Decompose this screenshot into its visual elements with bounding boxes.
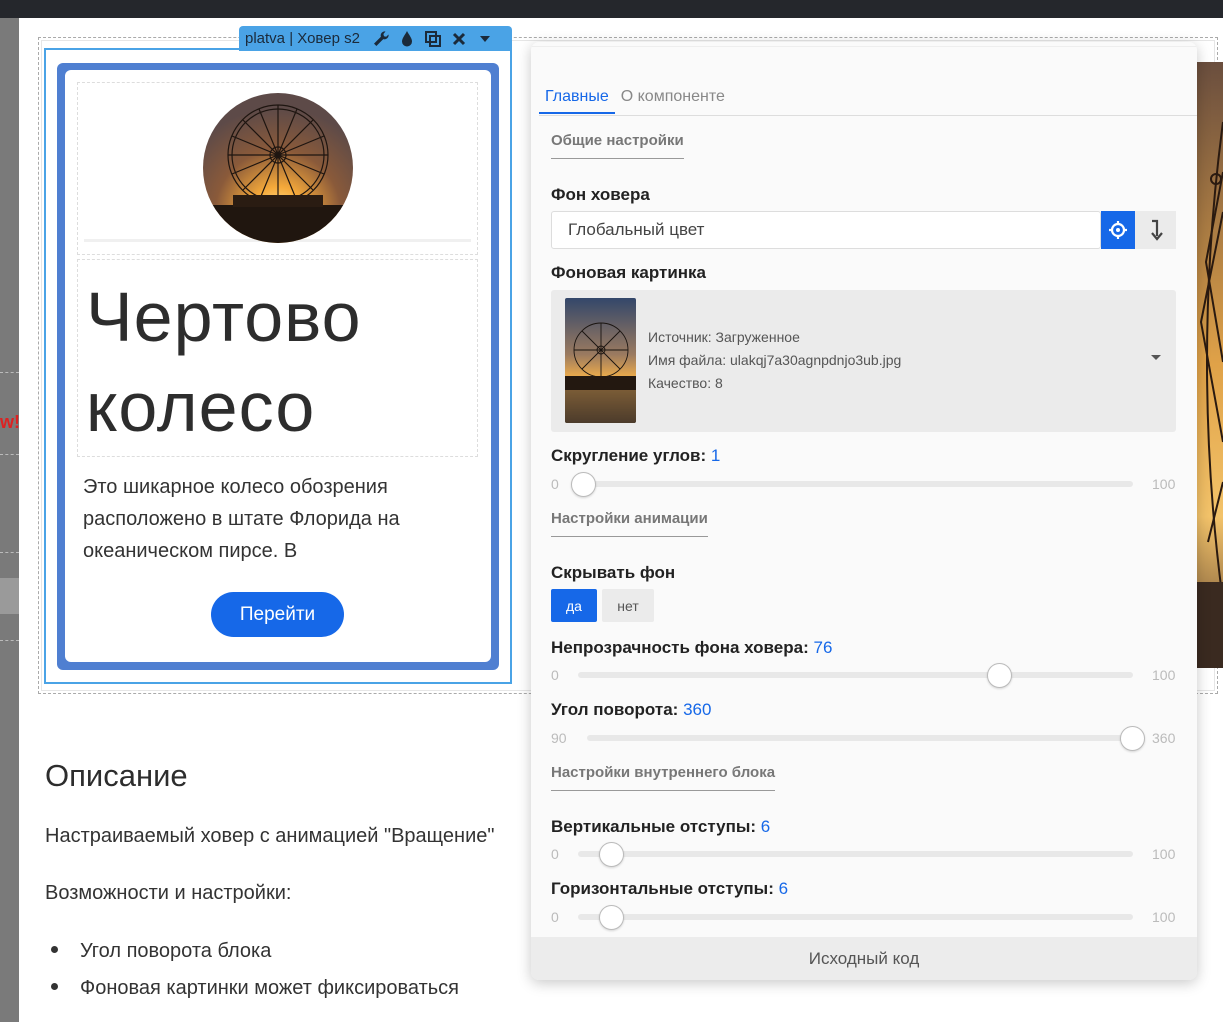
component-toolbar: platva | Ховер s2 xyxy=(239,26,512,51)
section-heading: Описание xyxy=(45,758,188,793)
image-source: Источник: Загруженное xyxy=(648,329,800,345)
panel-tabs: Главные О компоненте xyxy=(539,88,731,114)
top-bar xyxy=(0,0,1223,18)
hide-bg-no[interactable]: нет xyxy=(602,589,654,622)
rotation-angle-label: Угол поворота: 360 xyxy=(551,700,712,719)
bg-image-thumbnail xyxy=(565,298,636,423)
image-filename: Имя файла: ulakqj7a30agnpdnjo3ub.jpg xyxy=(648,352,902,368)
list-item: Фоновая картинки может фиксироваться xyxy=(45,977,459,1000)
vertical-padding-knob[interactable] xyxy=(599,842,624,867)
cut-off-text: w! xyxy=(0,412,20,432)
tab-about[interactable]: О компоненте xyxy=(615,88,731,114)
hover-opacity-slider[interactable] xyxy=(578,672,1133,678)
chevron-down-icon[interactable] xyxy=(472,28,498,50)
source-code-button[interactable]: Исходный код xyxy=(531,937,1197,980)
slider-max: 100 xyxy=(1152,909,1176,925)
rotation-angle-slider[interactable] xyxy=(587,735,1133,741)
bg-image-picker[interactable]: Источник: Загруженное Имя файла: ulakqj7… xyxy=(551,290,1176,432)
card-title: Чертово колесо xyxy=(86,278,362,446)
section-general: Общие настройки xyxy=(551,132,684,159)
hover-opacity-label: Непрозрачность фона ховера: 76 xyxy=(551,638,833,657)
divider xyxy=(0,640,19,641)
slider-max: 100 xyxy=(1152,476,1176,492)
slider-min: 90 xyxy=(551,730,567,746)
slider-min: 0 xyxy=(551,909,559,925)
section-inner-block: Настройки внутреннего блока xyxy=(551,764,776,791)
drop-icon[interactable] xyxy=(394,28,420,50)
divider xyxy=(0,552,19,553)
background-photo-edge xyxy=(1196,62,1223,668)
color-picker-button[interactable] xyxy=(1101,211,1135,249)
hide-bg-label: Скрывать фон xyxy=(551,563,676,582)
ferris-wheel-image xyxy=(203,93,353,243)
tab-main[interactable]: Главные xyxy=(539,88,615,114)
hover-bg-label: Фон ховера xyxy=(551,185,650,204)
divider xyxy=(0,454,19,455)
component-title: platva | Ховер s2 xyxy=(245,30,360,47)
horizontal-padding-knob[interactable] xyxy=(599,905,624,930)
slider-min: 0 xyxy=(551,476,559,492)
crosshair-icon xyxy=(1109,221,1127,239)
section-animation: Настройки анимации xyxy=(551,510,708,537)
caret-down-icon[interactable] xyxy=(1151,355,1161,360)
close-icon[interactable] xyxy=(446,28,472,50)
corner-radius-slider[interactable] xyxy=(578,481,1133,487)
wrench-icon[interactable] xyxy=(368,28,394,50)
features-paragraph: Возможности и настройки: xyxy=(45,882,292,904)
horizontal-padding-label: Горизонтальные отступы: 6 xyxy=(551,879,789,898)
horizontal-padding-slider[interactable] xyxy=(578,914,1133,920)
go-button[interactable]: Перейти xyxy=(211,592,344,637)
slider-max: 100 xyxy=(1152,667,1176,683)
corner-radius-knob[interactable] xyxy=(571,472,596,497)
divider xyxy=(0,372,19,373)
bg-image-label: Фоновая картинка xyxy=(551,263,707,282)
hover-opacity-knob[interactable] xyxy=(987,663,1012,688)
hover-bg-select[interactable]: Глобальный цвет xyxy=(551,211,1101,249)
sidebar-strip xyxy=(0,578,19,614)
list-item: Угол поворота блока xyxy=(45,940,271,963)
slider-max: 100 xyxy=(1152,846,1176,862)
hide-bg-yes[interactable]: да xyxy=(551,589,597,622)
rotation-angle-knob[interactable] xyxy=(1120,726,1145,751)
image-quality: Качество: 8 xyxy=(648,375,723,391)
arrow-down-icon xyxy=(1150,219,1163,241)
settings-panel: Главные О компоненте Общие настройки Фон… xyxy=(531,42,1197,980)
description-paragraph: Настраиваемый ховер с анимацией "Вращени… xyxy=(45,825,495,847)
slider-min: 0 xyxy=(551,846,559,862)
duplicate-icon[interactable] xyxy=(420,28,446,50)
corner-radius-label: Скругление углов: 1 xyxy=(551,446,721,465)
slider-min: 0 xyxy=(551,667,559,683)
reset-button[interactable] xyxy=(1135,211,1176,249)
card-description: Это шикарное колесо обозрения расположен… xyxy=(83,476,400,562)
vertical-padding-label: Вертикальные отступы: 6 xyxy=(551,817,771,836)
vertical-padding-slider[interactable] xyxy=(578,851,1133,857)
slider-max: 360 xyxy=(1152,730,1176,746)
